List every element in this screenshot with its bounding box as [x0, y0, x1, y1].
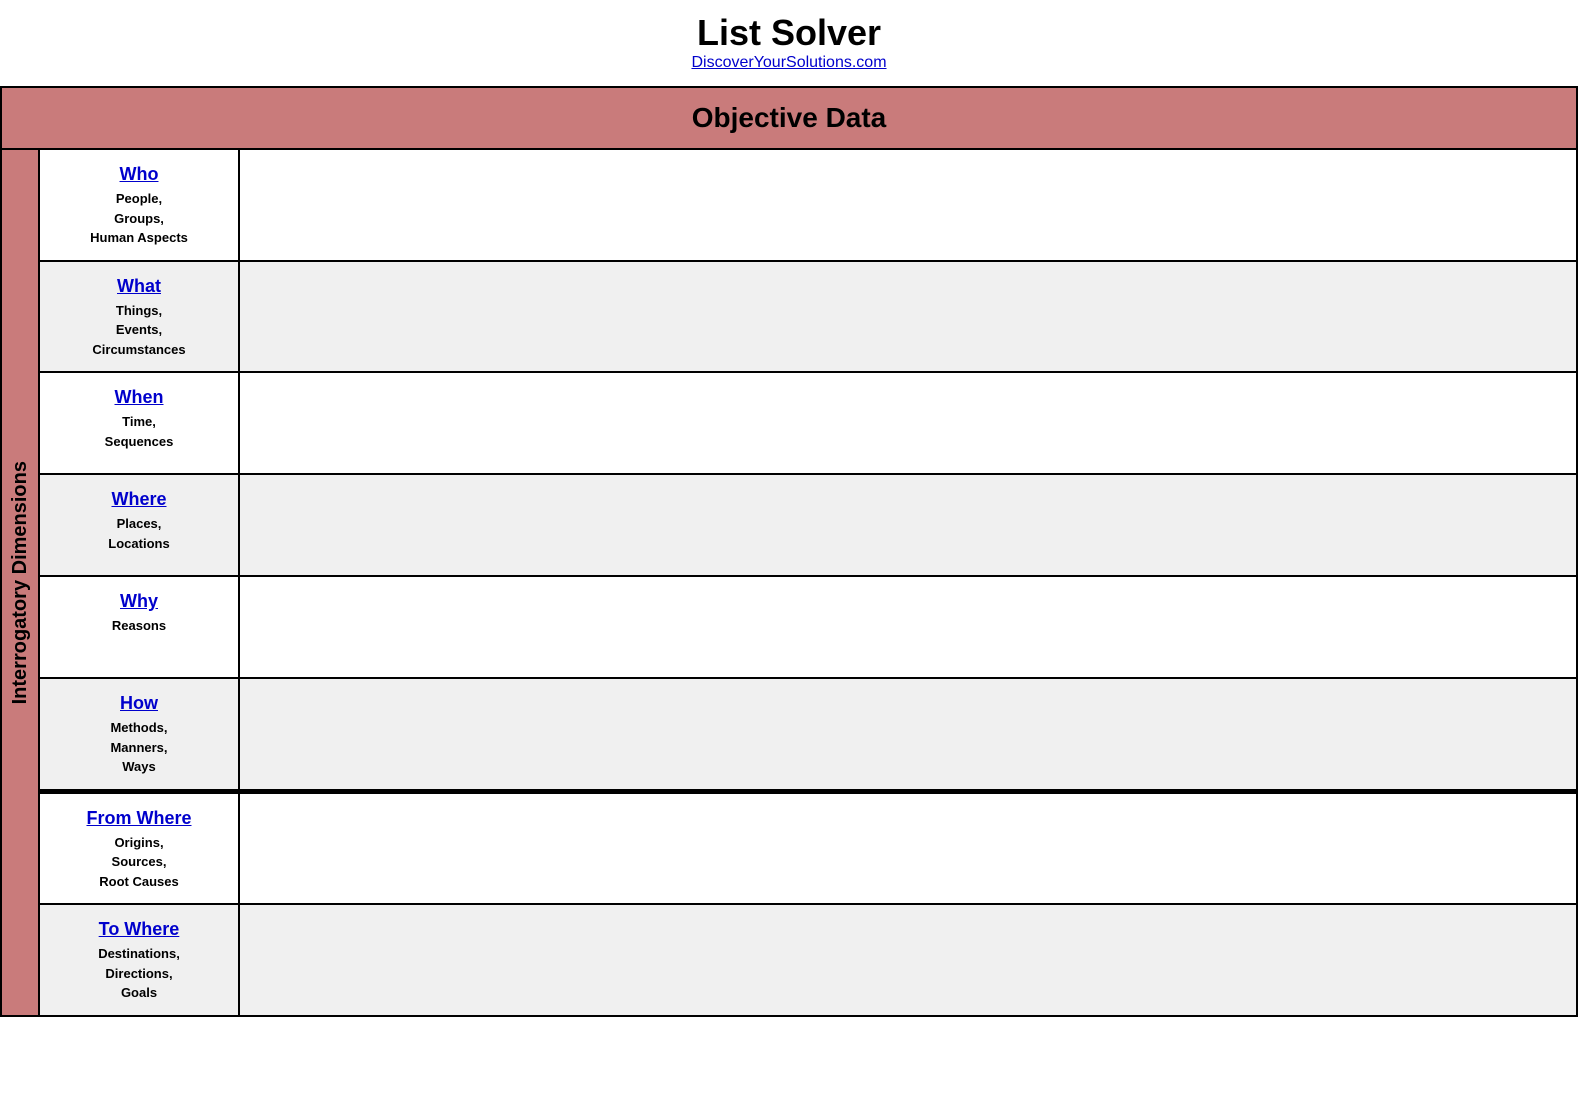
content-row: Interrogatory Dimensions Who People, Grou…	[1, 149, 1577, 1016]
dimension-link-to-where[interactable]: To Where	[99, 919, 180, 940]
dimension-row-to-where: To Where Destinations, Directions, Goals	[40, 905, 1576, 1015]
dimension-subtext-who: People, Groups, Human Aspects	[90, 189, 188, 248]
data-cell-when	[240, 373, 1576, 473]
label-cell-to-where: To Where Destinations, Directions, Goals	[40, 905, 240, 1015]
dimension-row-from-where: From Where Origins, Sources, Root Causes	[40, 794, 1576, 906]
label-cell-who: Who People, Groups, Human Aspects	[40, 150, 240, 260]
page-header: List Solver DiscoverYourSolutions.com	[0, 0, 1578, 78]
label-cell-what: What Things, Events, Circumstances	[40, 262, 240, 372]
main-table: Objective Data Interrogatory Dimensions …	[0, 86, 1578, 1017]
dimension-link-who[interactable]: Who	[120, 164, 159, 185]
dimension-subtext-to-where: Destinations, Directions, Goals	[98, 944, 180, 1003]
label-cell-how: How Methods, Manners, Ways	[40, 679, 240, 789]
dimension-link-where[interactable]: Where	[111, 489, 166, 510]
dimension-row-why: Why Reasons	[40, 577, 1576, 679]
page-title: List Solver	[0, 12, 1578, 54]
dimension-subtext-when: Time, Sequences	[105, 412, 174, 451]
label-cell-when: When Time, Sequences	[40, 373, 240, 473]
data-cell-why	[240, 577, 1576, 677]
dimension-link-why[interactable]: Why	[120, 591, 158, 612]
site-link[interactable]: DiscoverYourSolutions.com	[691, 54, 886, 71]
dimension-subtext-what: Things, Events, Circumstances	[92, 301, 185, 360]
label-cell-where: Where Places, Locations	[40, 475, 240, 575]
dimension-row-where: Where Places, Locations	[40, 475, 1576, 577]
rows-container: Who People, Groups, Human Aspects What Thin…	[40, 150, 1576, 1015]
data-cell-who	[240, 150, 1576, 260]
dimension-row-what: What Things, Events, Circumstances	[40, 262, 1576, 374]
data-cell-where	[240, 475, 1576, 575]
dimension-link-how[interactable]: How	[120, 693, 158, 714]
data-cell-to-where	[240, 905, 1576, 1015]
label-cell-from-where: From Where Origins, Sources, Root Causes	[40, 794, 240, 904]
rows-cell: Who People, Groups, Human Aspects What Thin…	[39, 149, 1577, 1016]
dimension-subtext-from-where: Origins, Sources, Root Causes	[99, 833, 178, 892]
label-cell-why: Why Reasons	[40, 577, 240, 677]
dimension-link-from-where[interactable]: From Where	[86, 808, 191, 829]
rotated-label: Interrogatory Dimensions	[9, 461, 32, 704]
dimension-link-what[interactable]: What	[117, 276, 161, 297]
dimension-link-when[interactable]: When	[115, 387, 164, 408]
dimension-subtext-how: Methods, Manners, Ways	[110, 718, 167, 777]
dimension-row-when: When Time, Sequences	[40, 373, 1576, 475]
rotated-label-cell: Interrogatory Dimensions	[1, 149, 39, 1016]
objective-header: Objective Data	[1, 87, 1577, 149]
data-cell-what	[240, 262, 1576, 372]
dimension-row-how: How Methods, Manners, Ways	[40, 679, 1576, 791]
dimension-row-who: Who People, Groups, Human Aspects	[40, 150, 1576, 262]
data-cell-how	[240, 679, 1576, 789]
dimension-subtext-why: Reasons	[112, 616, 166, 636]
data-cell-from-where	[240, 794, 1576, 904]
dimension-subtext-where: Places, Locations	[108, 514, 169, 553]
